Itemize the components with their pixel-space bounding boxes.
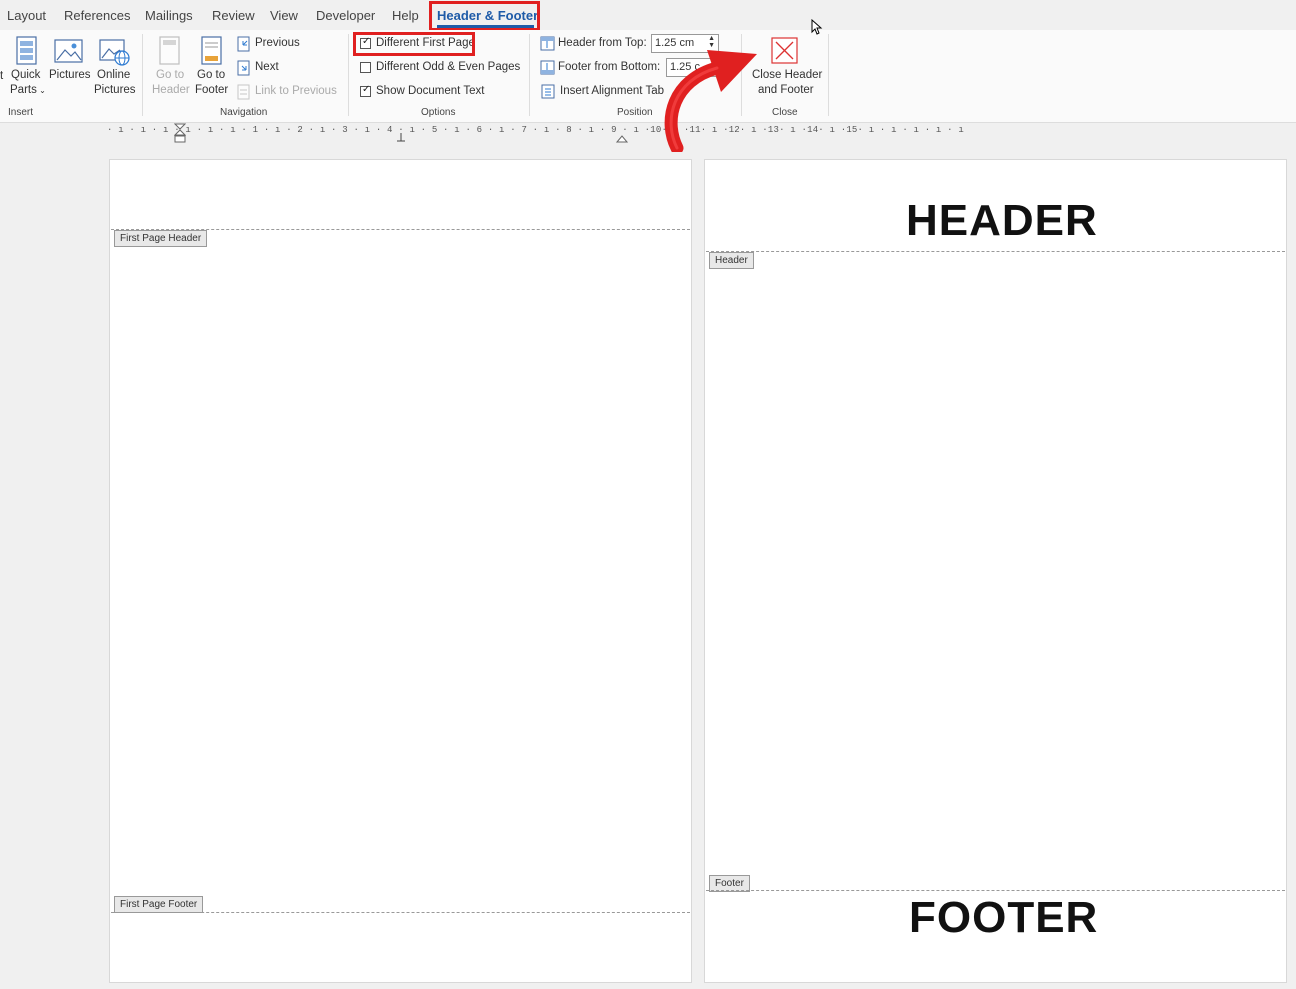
footer-from-bottom-label: Footer from Bottom: [558, 61, 661, 73]
page-2[interactable] [704, 159, 1287, 983]
previous-button[interactable] [237, 36, 251, 57]
ribbon-tab-bar: Layout References Mailings Review View D… [0, 0, 1296, 30]
close-group-label: Close [772, 107, 798, 118]
group-separator [142, 34, 143, 116]
quick-parts-label-1: Quick [11, 69, 41, 81]
online-pictures-label-2: Pictures [94, 84, 136, 96]
indent-marker-icon[interactable] [173, 123, 187, 148]
insert-alignment-tab-button[interactable]: Insert Alignment Tab [560, 85, 664, 97]
online-pictures-icon [99, 39, 130, 66]
go-to-footer-label-2: Footer [195, 84, 229, 96]
link-to-previous-button[interactable] [237, 84, 251, 105]
tab-developer[interactable]: Developer [316, 8, 375, 23]
first-page-header-tag: First Page Header [114, 230, 208, 247]
tab-mailings[interactable]: Mailings [145, 8, 193, 23]
footer-boundary-line [706, 890, 1285, 891]
header-tag: Header [709, 252, 754, 269]
insert-alignment-tab-icon [541, 84, 555, 104]
checkmark-icon: ✓ [362, 84, 371, 95]
go-to-footer-button[interactable] [200, 36, 224, 71]
close-header-footer-button[interactable] [771, 37, 799, 70]
online-pictures-label-1: Online [97, 69, 131, 81]
option-highlight-box [353, 32, 475, 56]
show-document-text-checkbox[interactable]: ✓ [360, 84, 371, 97]
previous-label: Previous [255, 37, 300, 49]
group-separator [828, 34, 829, 116]
next-icon [237, 60, 250, 76]
header-text[interactable]: HEADER [906, 196, 1098, 246]
quick-parts-button[interactable] [15, 36, 39, 71]
next-button[interactable] [237, 60, 251, 81]
link-to-previous-label: Link to Previous [255, 85, 337, 97]
tab-review[interactable]: Review [212, 8, 255, 23]
previous-icon [237, 36, 250, 52]
annotation-arrow-icon [655, 40, 765, 157]
go-to-header-button[interactable] [158, 36, 182, 71]
footer-from-bottom-icon [540, 60, 555, 80]
go-to-header-label-2: Header [152, 84, 190, 96]
header-from-top-icon [540, 36, 555, 56]
go-to-footer-icon [201, 36, 222, 65]
show-document-text-label: Show Document Text [376, 85, 485, 97]
tab-view[interactable]: View [270, 8, 298, 23]
link-to-previous-icon [237, 84, 250, 100]
go-to-header-label-1: Go to [156, 69, 185, 81]
next-label: Next [255, 61, 279, 73]
quick-parts-icon [16, 36, 37, 65]
tab-highlight-box [429, 1, 540, 31]
group-separator [348, 34, 349, 116]
tab-layout[interactable]: Layout [7, 8, 46, 23]
position-group-label: Position [617, 107, 653, 118]
pictures-label: Pictures [49, 69, 91, 81]
close-icon [771, 37, 798, 64]
tab-help[interactable]: Help [392, 8, 419, 23]
online-pictures-button[interactable] [99, 38, 131, 71]
insert-group-label: Insert [8, 107, 34, 118]
ruler-ticks: · ı · ı · ı · ı · ı · ı · 1 · ı · 2 · ı … [107, 125, 964, 135]
go-to-footer-label-1: Go to [197, 69, 226, 81]
pictures-icon [54, 39, 83, 63]
page-1[interactable] [109, 159, 692, 983]
go-to-header-icon [159, 36, 180, 65]
quick-parts-label-2: Parts ⌄ [10, 84, 46, 96]
right-indent-marker-icon[interactable] [615, 130, 629, 148]
footer-text[interactable]: FOOTER [909, 893, 1098, 943]
group-separator [529, 34, 530, 116]
header-from-top-label: Header from Top: [558, 37, 647, 49]
different-odd-even-label: Different Odd & Even Pages [376, 61, 521, 73]
mouse-cursor-icon [811, 18, 823, 40]
center-tab-icon[interactable] [396, 130, 406, 148]
tab-references[interactable]: References [64, 8, 130, 23]
pictures-button[interactable] [54, 38, 86, 71]
truncated-label: t [0, 70, 4, 82]
close-label-2: and Footer [758, 84, 814, 96]
navigation-group-label: Navigation [220, 107, 268, 118]
different-odd-even-checkbox[interactable] [360, 62, 371, 73]
header-boundary-line [706, 251, 1285, 252]
options-group-label: Options [421, 107, 456, 118]
first-page-footer-tag: First Page Footer [114, 896, 204, 913]
